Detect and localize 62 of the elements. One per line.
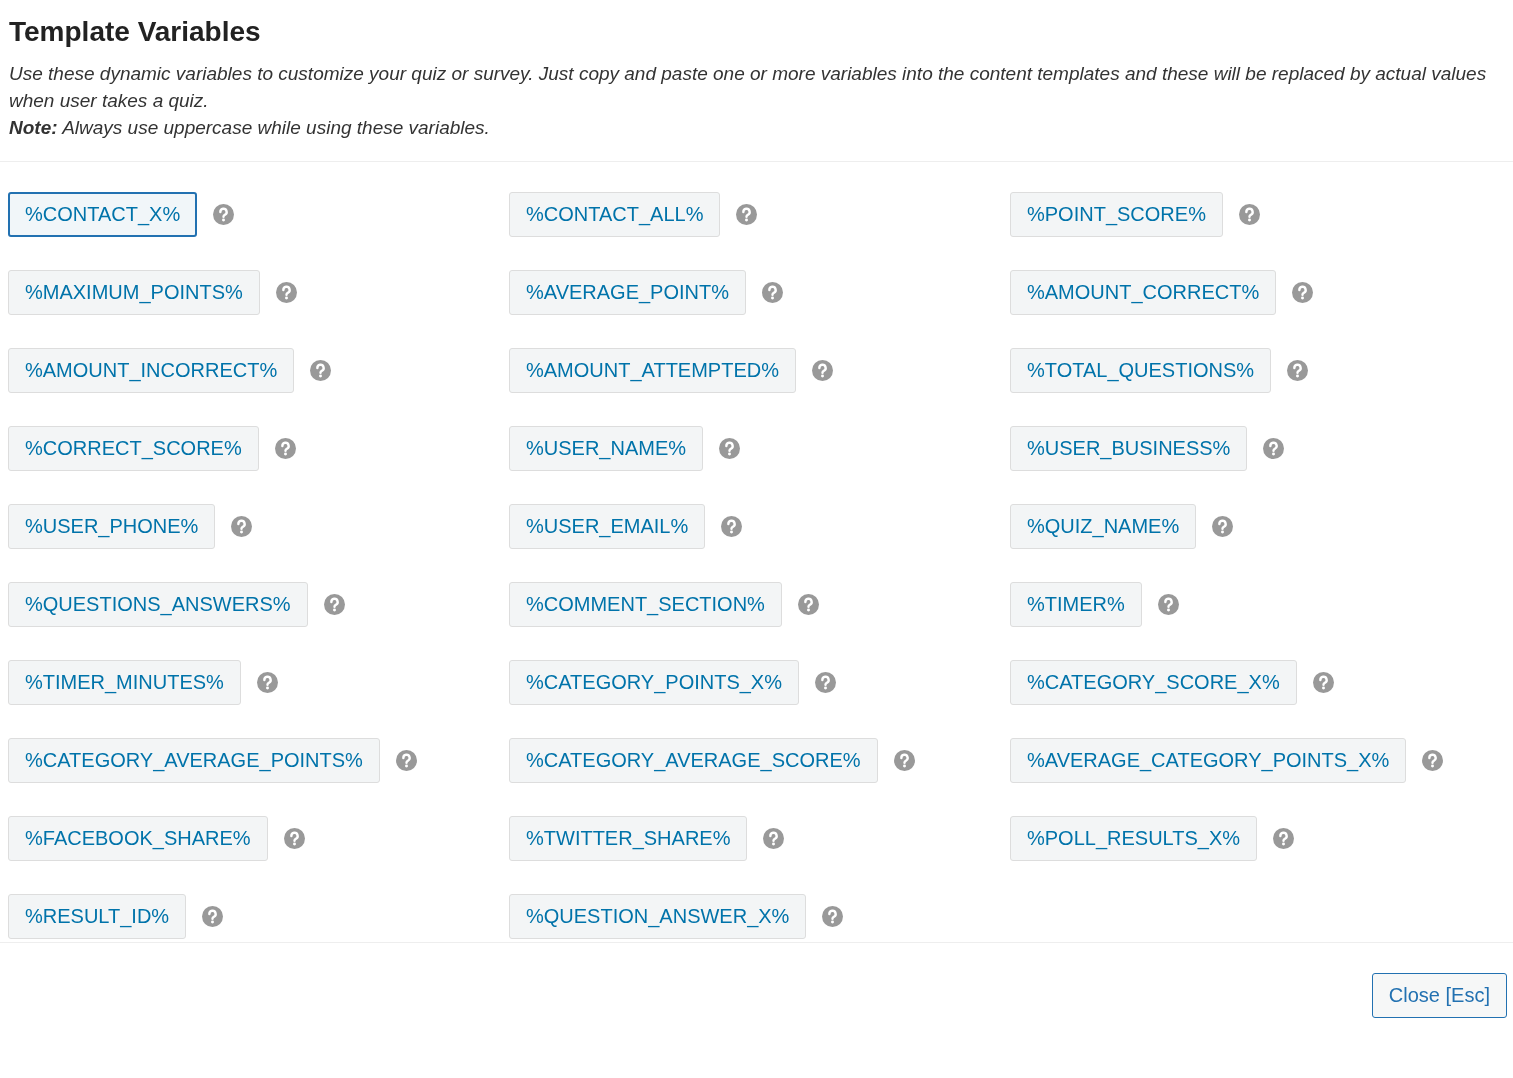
- help-icon[interactable]: [822, 906, 844, 927]
- help-icon[interactable]: [213, 204, 235, 225]
- help-icon[interactable]: [1157, 594, 1179, 615]
- variable-button[interactable]: %CATEGORY_POINTS_X%: [509, 660, 799, 705]
- variable-button[interactable]: %AVERAGE_POINT%: [509, 270, 747, 315]
- variable-button[interactable]: %RESULT_ID%: [8, 894, 187, 939]
- help-icon[interactable]: [721, 516, 743, 537]
- help-icon[interactable]: [1422, 750, 1444, 771]
- description-text: Use these dynamic variables to customize your quiz or survey. Just copy and paste one or more variables into the content templates and these will be replaced by actual values when user takes a quiz.: [9, 62, 1488, 113]
- help-icon[interactable]: [1212, 516, 1234, 537]
- help-icon[interactable]: [202, 906, 224, 927]
- help-icon[interactable]: [274, 438, 296, 459]
- variable-button[interactable]: %AVERAGE_CATEGORY_POINTS_X%: [1010, 738, 1407, 783]
- help-icon[interactable]: [893, 750, 915, 771]
- help-icon[interactable]: [1263, 438, 1285, 459]
- help-icon[interactable]: [1292, 282, 1314, 303]
- help-icon[interactable]: [719, 438, 741, 459]
- variable-button[interactable]: %POLL_RESULTS_X%: [1010, 816, 1258, 861]
- variable-button[interactable]: %QUIZ_NAME%: [1010, 504, 1197, 549]
- variable-button[interactable]: %FACEBOOK_SHARE%: [8, 816, 268, 861]
- note-text: Note: Always use uppercase while using these variables.: [9, 116, 491, 140]
- help-icon[interactable]: [275, 282, 297, 303]
- variable-button[interactable]: %CATEGORY_AVERAGE_SCORE%: [509, 738, 878, 783]
- variable-button[interactable]: %CATEGORY_SCORE_X%: [1010, 660, 1297, 705]
- help-icon[interactable]: [1312, 672, 1334, 693]
- help-icon[interactable]: [736, 204, 758, 225]
- help-icon[interactable]: [1287, 360, 1309, 381]
- variable-button[interactable]: %CONTACT_X%: [8, 192, 198, 237]
- variable-button[interactable]: %TWITTER_SHARE%: [509, 816, 748, 861]
- help-icon[interactable]: [231, 516, 253, 537]
- variable-button[interactable]: %CORRECT_SCORE%: [8, 426, 259, 471]
- help-icon[interactable]: [283, 828, 305, 849]
- variable-button[interactable]: %TOTAL_QUESTIONS%: [1010, 348, 1272, 393]
- variable-button[interactable]: %USER_BUSINESS%: [1010, 426, 1248, 471]
- help-icon[interactable]: [815, 672, 836, 693]
- variable-button[interactable]: %COMMENT_SECTION%: [509, 582, 782, 627]
- variable-button[interactable]: %USER_PHONE%: [8, 504, 216, 549]
- help-icon[interactable]: [395, 750, 417, 771]
- variable-button[interactable]: %USER_NAME%: [509, 426, 704, 471]
- help-icon[interactable]: [812, 360, 833, 381]
- help-icon[interactable]: [763, 828, 785, 849]
- variable-button[interactable]: %USER_EMAIL%: [509, 504, 706, 549]
- help-icon[interactable]: [310, 360, 332, 381]
- variable-button[interactable]: %QUESTION_ANSWER_X%: [509, 894, 807, 939]
- dialog-title: Template Variables: [9, 15, 262, 49]
- variable-button[interactable]: %AMOUNT_INCORRECT%: [8, 348, 295, 393]
- variable-button[interactable]: %TIMER_MINUTES%: [8, 660, 241, 705]
- variable-button[interactable]: %AMOUNT_ATTEMPTED%: [509, 348, 796, 393]
- variable-button[interactable]: %CATEGORY_AVERAGE_POINTS%: [8, 738, 380, 783]
- variable-button[interactable]: %MAXIMUM_POINTS%: [8, 270, 260, 315]
- help-icon[interactable]: [797, 594, 819, 615]
- help-icon[interactable]: [1273, 828, 1295, 849]
- variable-button[interactable]: %CONTACT_ALL%: [509, 192, 721, 237]
- help-icon[interactable]: [256, 672, 278, 693]
- help-icon[interactable]: [323, 594, 345, 615]
- variable-button[interactable]: %POINT_SCORE%: [1010, 192, 1223, 237]
- variable-button[interactable]: %TIMER%: [1010, 582, 1142, 627]
- help-icon[interactable]: [762, 282, 784, 303]
- variable-button[interactable]: %QUESTIONS_ANSWERS%: [8, 582, 308, 627]
- variable-button[interactable]: %AMOUNT_CORRECT%: [1010, 270, 1277, 315]
- close-button[interactable]: Close [Esc]: [1371, 973, 1507, 1018]
- help-icon[interactable]: [1238, 204, 1260, 225]
